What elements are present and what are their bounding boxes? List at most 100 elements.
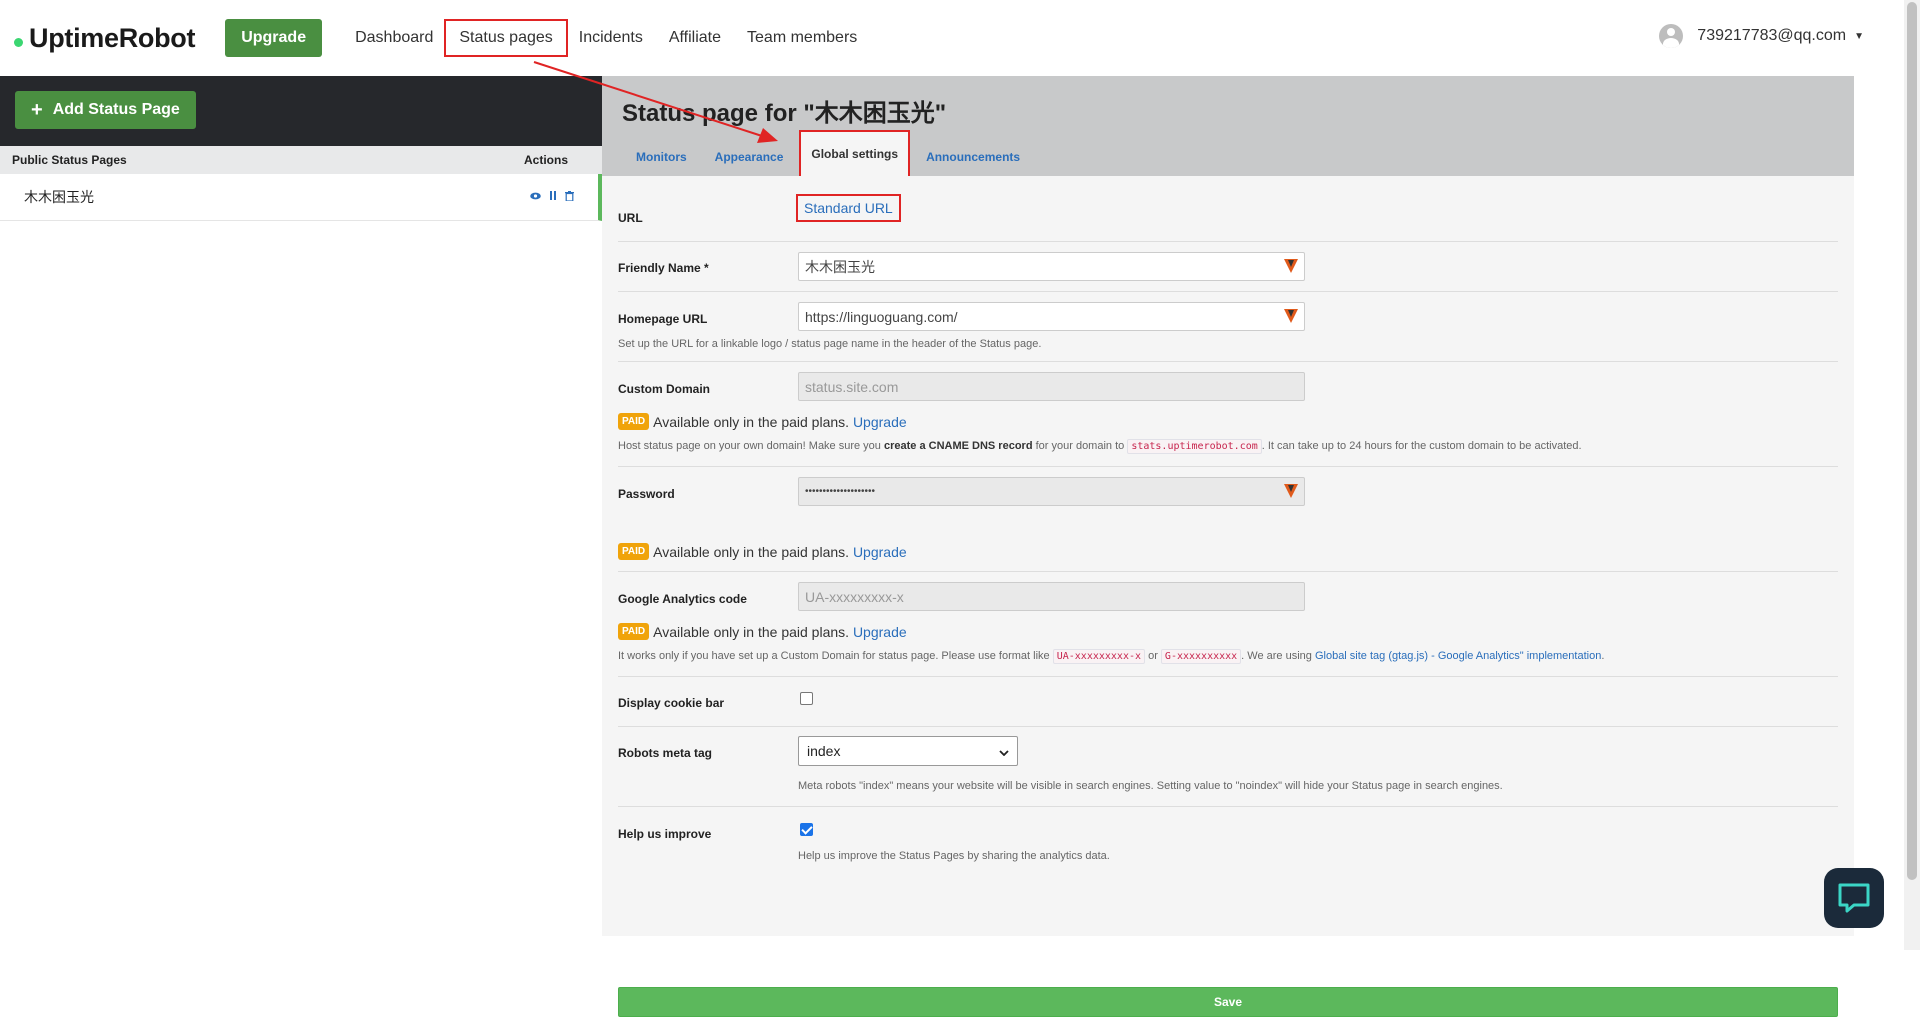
help-improve-help: Help us improve the Status Pages by shar…	[798, 850, 1110, 862]
help-text: It works only if you have set up a Custo…	[618, 650, 1053, 662]
g-format-code: G-xxxxxxxxxx	[1160, 649, 1242, 664]
custom-domain-placeholder: status.site.com	[805, 378, 899, 395]
homepage-url-value: https://linguoguang.com/	[805, 308, 958, 325]
ua-format-code: UA-xxxxxxxxx-x	[1052, 649, 1146, 664]
robots-select[interactable]: index	[798, 736, 1018, 766]
caret-down-icon: ▼	[1854, 30, 1864, 42]
friendly-name-value: 木木困玉光	[805, 258, 875, 275]
nav-dashboard[interactable]: Dashboard	[342, 21, 446, 55]
google-analytics-label: Google Analytics code	[618, 592, 747, 606]
chat-bubble-icon	[1838, 883, 1870, 913]
status-dot-icon	[14, 37, 23, 47]
paid-badge: PAID	[618, 413, 650, 430]
help-improve-label: Help us improve	[618, 827, 712, 841]
google-analytics-placeholder: UA-xxxxxxxxx-x	[805, 588, 904, 605]
eye-icon[interactable]	[530, 191, 541, 203]
robots-row: Robots meta tag index Meta robots "index…	[618, 727, 1838, 807]
logo[interactable]: UptimeRobot	[14, 23, 195, 54]
help-text: or	[1145, 650, 1161, 662]
account-menu[interactable]: 739217783@qq.com ▼	[1659, 24, 1864, 48]
custom-domain-input[interactable]: status.site.com	[798, 372, 1305, 401]
row-actions	[530, 190, 574, 204]
col-actions: Actions	[524, 153, 569, 167]
top-navbar: UptimeRobot Upgrade Dashboard Status pag…	[0, 0, 1904, 76]
friendly-name-input[interactable]: 木木困玉光	[798, 252, 1305, 281]
tabs: Monitors Appearance Global settings Anno…	[622, 130, 1034, 178]
tab-global-settings[interactable]: Global settings	[799, 130, 911, 178]
password-manager-icon[interactable]	[1284, 484, 1298, 498]
upgrade-link[interactable]: Upgrade	[853, 414, 907, 430]
paid-notice: PAID Available only in the paid plans. U…	[618, 543, 907, 560]
help-improve-row: Help us improve Help us improve the Stat…	[618, 807, 1838, 889]
password-input[interactable]: ••••••••••••••••••••	[798, 477, 1305, 506]
save-button[interactable]: Save	[618, 987, 1838, 1017]
add-status-page-label: Add Status Page	[52, 101, 180, 118]
add-status-page-button[interactable]: + Add Status Page	[15, 91, 196, 129]
url-label: URL	[618, 211, 643, 225]
gtag-docs-link[interactable]: Global site tag (gtag.js) - Google Analy…	[1315, 650, 1601, 662]
password-manager-icon[interactable]	[1284, 309, 1298, 323]
custom-domain-row: Custom Domain status.site.com PAID Avail…	[618, 362, 1838, 467]
status-page-header: Status page for "木木困玉光" Monitors Appeara…	[602, 76, 1854, 178]
tab-appearance[interactable]: Appearance	[701, 138, 798, 176]
help-text: for your domain to	[1032, 440, 1128, 452]
user-avatar-icon	[1659, 24, 1684, 48]
col-public-status-pages: Public Status Pages	[12, 153, 127, 167]
page-scrollbar[interactable]	[1904, 0, 1920, 950]
robots-selected-value: index	[807, 743, 841, 759]
paid-badge: PAID	[618, 623, 650, 640]
homepage-url-label: Homepage URL	[618, 312, 708, 326]
nav-incidents[interactable]: Incidents	[566, 21, 656, 55]
cookie-bar-checkbox[interactable]	[800, 692, 813, 705]
plus-icon: +	[31, 98, 43, 121]
paid-notice: PAID Available only in the paid plans. U…	[618, 623, 907, 640]
url-row: URL Standard URL	[618, 176, 1838, 242]
list-item[interactable]: 木木困玉光	[0, 174, 602, 221]
nav-affiliate[interactable]: Affiliate	[656, 21, 734, 55]
google-analytics-input[interactable]: UA-xxxxxxxxx-x	[798, 582, 1305, 611]
nav-team-members[interactable]: Team members	[734, 21, 870, 55]
status-page-editor: Status page for "木木困玉光" Monitors Appeara…	[602, 76, 1854, 1017]
password-label: Password	[618, 487, 675, 501]
page-title: Status page for "木木困玉光"	[622, 100, 947, 127]
paid-badge: PAID	[618, 543, 650, 560]
tab-announcements[interactable]: Announcements	[912, 138, 1034, 176]
tab-monitors[interactable]: Monitors	[622, 138, 701, 176]
help-text: Host status page on your own domain! Mak…	[618, 440, 884, 452]
status-pages-sidebar: + Add Status Page Public Status Pages Ac…	[0, 76, 602, 950]
upgrade-button[interactable]: Upgrade	[225, 19, 323, 57]
paid-text: Available only in the paid plans.	[653, 623, 850, 640]
password-manager-icon[interactable]	[1284, 259, 1298, 273]
global-settings-form: URL Standard URL Friendly Name * 木木困玉光 H…	[602, 176, 1854, 1017]
robots-help: Meta robots "index" means your website w…	[798, 780, 1503, 792]
help-improve-checkbox[interactable]	[800, 823, 813, 836]
cookie-bar-label: Display cookie bar	[618, 696, 725, 710]
chat-widget-button[interactable]	[1824, 868, 1884, 928]
trash-icon[interactable]	[565, 190, 574, 204]
scrollbar-thumb[interactable]	[1907, 2, 1917, 880]
paid-text: Available only in the paid plans.	[653, 413, 850, 430]
friendly-name-row: Friendly Name * 木木困玉光	[618, 242, 1838, 292]
password-value: ••••••••••••••••••••	[805, 486, 876, 497]
custom-domain-help: Host status page on your own domain! Mak…	[618, 439, 1582, 454]
paid-text: Available only in the paid plans.	[653, 543, 850, 560]
nav-status-pages[interactable]: Status pages	[444, 19, 568, 57]
cname-target-code: stats.uptimerobot.com	[1127, 439, 1262, 454]
help-text: . We are using	[1241, 650, 1315, 662]
list-header: Public Status Pages Actions	[0, 146, 602, 174]
google-analytics-row: Google Analytics code UA-xxxxxxxxx-x PAI…	[618, 572, 1838, 677]
google-analytics-help: It works only if you have set up a Custo…	[618, 649, 1604, 664]
paid-notice: PAID Available only in the paid plans. U…	[618, 413, 907, 430]
homepage-url-input[interactable]: https://linguoguang.com/	[798, 302, 1305, 331]
sidebar-header: + Add Status Page	[0, 76, 602, 146]
pause-icon[interactable]	[549, 191, 557, 203]
upgrade-link[interactable]: Upgrade	[853, 544, 907, 560]
main-nav: Dashboard Status pages Incidents Affilia…	[342, 19, 870, 57]
homepage-url-help: Set up the URL for a linkable logo / sta…	[618, 338, 1042, 350]
standard-url-link[interactable]: Standard URL	[796, 194, 901, 222]
homepage-url-row: Homepage URL https://linguoguang.com/ Se…	[618, 292, 1838, 362]
friendly-name-label: Friendly Name *	[618, 261, 709, 275]
upgrade-link[interactable]: Upgrade	[853, 624, 907, 640]
cookie-bar-row: Display cookie bar	[618, 677, 1838, 727]
account-email: 739217783@qq.com	[1697, 27, 1847, 44]
